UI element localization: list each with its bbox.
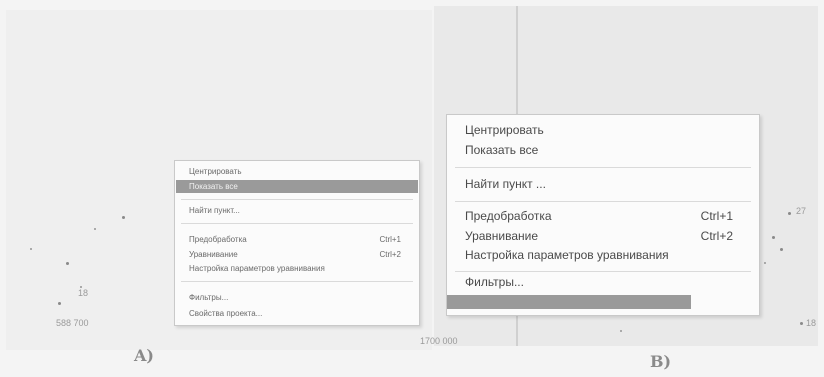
menu-item-find-point[interactable]: Найти пункт ... xyxy=(465,177,546,191)
menu-item-filters[interactable]: Фильтры... xyxy=(465,275,524,289)
point-label-27: 27 xyxy=(796,206,807,216)
context-menu-b: Центрировать Показать все Найти пункт ..… xyxy=(446,114,760,316)
menu-item-show-all[interactable]: Показать все xyxy=(465,143,538,157)
menu-item-adjust[interactable]: Уравнивание xyxy=(465,229,538,243)
point-marker[interactable] xyxy=(788,212,791,215)
menu-item-find-point[interactable]: Найти пункт... xyxy=(189,206,240,215)
point-label-18: 18 xyxy=(78,288,89,298)
map-speck xyxy=(30,248,32,250)
menu-item-preprocess[interactable]: Предобработка xyxy=(465,209,552,223)
menu-highlight xyxy=(447,295,691,309)
menu-item-adjust[interactable]: Уравнивание xyxy=(189,250,238,259)
shortcut-ctrl-2: Ctrl+2 xyxy=(700,229,733,243)
shortcut-ctrl-2: Ctrl+2 xyxy=(379,250,401,259)
menu-item-project-properties[interactable]: Свойства проекта... xyxy=(189,309,262,318)
menu-item-adjust-settings[interactable]: Настройка параметров уравнивания xyxy=(465,248,669,262)
shortcut-ctrl-1: Ctrl+1 xyxy=(379,235,401,244)
shortcut-ctrl-1: Ctrl+1 xyxy=(700,209,733,223)
menu-separator xyxy=(455,271,751,272)
point-marker[interactable] xyxy=(66,262,69,265)
menu-separator xyxy=(181,281,413,282)
menu-item-center[interactable]: Центрировать xyxy=(189,167,242,176)
map-speck xyxy=(764,262,766,264)
menu-item-adjust-settings[interactable]: Настройка параметров уравнивания xyxy=(189,264,325,273)
menu-item-filters[interactable]: Фильтры... xyxy=(189,293,228,302)
point-marker[interactable] xyxy=(122,216,125,219)
menu-item-show-all[interactable]: Показать все xyxy=(189,182,238,191)
caption-b: B) xyxy=(650,352,672,371)
menu-separator xyxy=(455,201,751,202)
caption-a: A) xyxy=(134,346,154,365)
menu-item-preprocess[interactable]: Предобработка xyxy=(189,235,247,244)
menu-item-center[interactable]: Центрировать xyxy=(465,123,544,137)
map-speck xyxy=(94,228,96,230)
axis-label-bottom: 1700 000 xyxy=(420,336,458,346)
context-menu-a: Центрировать Показать все Найти пункт...… xyxy=(174,160,420,326)
point-marker[interactable] xyxy=(58,302,61,305)
coordinate-label: 588 700 xyxy=(56,318,89,328)
point-label-18: 18 xyxy=(806,318,817,328)
menu-separator xyxy=(181,223,413,224)
point-marker[interactable] xyxy=(772,236,775,239)
point-marker[interactable] xyxy=(780,248,783,251)
map-speck xyxy=(620,330,622,332)
point-marker[interactable] xyxy=(800,322,803,325)
menu-separator xyxy=(455,167,751,168)
menu-separator xyxy=(181,199,413,200)
